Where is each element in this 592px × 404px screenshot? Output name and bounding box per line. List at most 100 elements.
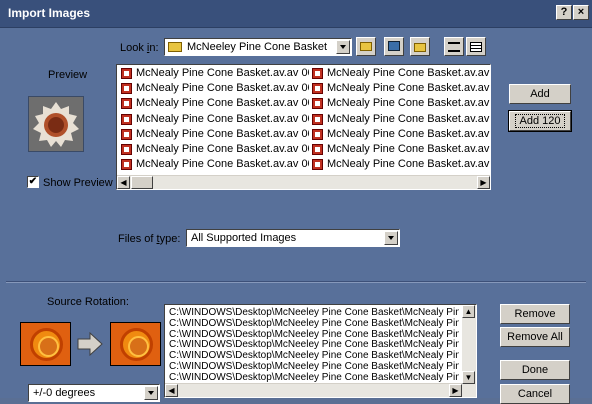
- file-list-item[interactable]: McNealy Pine Cone Basket.av.av 013: [310, 142, 490, 157]
- file-list-item[interactable]: McNealy Pine Cone Basket.av.av 006: [119, 142, 309, 157]
- file-name: McNealy Pine Cone Basket.av.av 008: [327, 67, 490, 79]
- file-list[interactable]: McNealy Pine Cone Basket.av.av 001 McNeal…: [116, 64, 491, 190]
- rotation-result-image: [110, 322, 161, 366]
- scroll-down-button[interactable]: ▼: [462, 371, 475, 384]
- file-list-item[interactable]: McNealy Pine Cone Basket.av.av 007: [119, 157, 309, 172]
- file-name: McNealy Pine Cone Basket.av.av 005: [136, 127, 309, 140]
- section-divider: [6, 281, 586, 283]
- remove-button[interactable]: Remove: [500, 304, 570, 324]
- file-list-item[interactable]: McNealy Pine Cone Basket.av.av 008: [310, 66, 490, 81]
- image-file-icon: [121, 68, 132, 79]
- image-file-icon: [121, 128, 132, 140]
- image-file-icon: [312, 113, 323, 125]
- selected-file-path[interactable]: C:\WINDOWS\Desktop\McNeeley Pine Cone Ba…: [169, 329, 459, 340]
- image-file-icon: [312, 68, 323, 79]
- selected-files-list[interactable]: C:\WINDOWS\Desktop\McNeeley Pine Cone Ba…: [164, 304, 477, 398]
- file-list-item[interactable]: McNealy Pine Cone Basket.av.av 012: [310, 127, 490, 142]
- help-button[interactable]: ?: [556, 5, 572, 20]
- folder-icon: [168, 42, 182, 52]
- cancel-button[interactable]: Cancel: [500, 384, 570, 404]
- image-file-icon: [121, 144, 132, 155]
- selected-file-path[interactable]: C:\WINDOWS\Desktop\McNeeley Pine Cone Ba…: [169, 318, 459, 329]
- file-name: McNealy Pine Cone Basket.av.av 007: [136, 158, 309, 171]
- add-all-button[interactable]: Add 120: [508, 110, 572, 132]
- import-images-dialog: Import Images ? × Look in: McNeeley Pine…: [0, 0, 592, 404]
- list-view-button[interactable]: [444, 37, 464, 56]
- file-name: McNealy Pine Cone Basket.av.av 010: [327, 97, 490, 110]
- new-folder-button[interactable]: [410, 37, 430, 56]
- new-folder-icon: [414, 43, 426, 52]
- selected-file-path[interactable]: C:\WINDOWS\Desktop\McNeeley Pine Cone Ba…: [169, 372, 459, 383]
- file-list-item[interactable]: McNealy Pine Cone Basket.av.av 004: [119, 112, 309, 127]
- filetype-value: All Supported Images: [191, 232, 297, 244]
- desktop-icon: [388, 41, 400, 51]
- horizontal-scrollbar[interactable]: ◀ ▶: [117, 175, 490, 189]
- horizontal-scroll-thumb[interactable]: [131, 176, 153, 189]
- vertical-scrollbar[interactable]: ▲ ▼: [462, 305, 476, 397]
- file-name: McNealy Pine Cone Basket.av.av 001: [136, 67, 309, 79]
- image-file-icon: [312, 144, 323, 155]
- file-name: McNealy Pine Cone Basket.av.av 014: [327, 158, 490, 171]
- file-name: McNealy Pine Cone Basket.av.av 006: [136, 143, 309, 155]
- file-list-item[interactable]: McNealy Pine Cone Basket.av.av 001: [119, 66, 309, 81]
- path-horizontal-scrollbar[interactable]: ◀ ▶: [165, 383, 462, 397]
- path-scroll-left-button[interactable]: ◀: [165, 384, 178, 397]
- lookin-value: McNeeley Pine Cone Basket: [187, 41, 328, 53]
- up-folder-icon: [360, 42, 372, 51]
- source-rotation-label: Source Rotation:: [47, 296, 129, 308]
- file-name: McNealy Pine Cone Basket.av.av 002: [136, 82, 309, 95]
- desktop-button[interactable]: [384, 37, 404, 56]
- selected-file-path[interactable]: C:\WINDOWS\Desktop\McNeeley Pine Cone Ba…: [169, 350, 459, 361]
- image-file-icon: [121, 113, 132, 125]
- selected-file-path[interactable]: C:\WINDOWS\Desktop\McNeeley Pine Cone Ba…: [169, 307, 459, 318]
- scroll-up-button[interactable]: ▲: [462, 305, 475, 318]
- filetype-dropdown[interactable]: All Supported Images: [186, 229, 400, 247]
- preview-image: [28, 96, 84, 152]
- file-list-item[interactable]: McNealy Pine Cone Basket.av.av 005: [119, 127, 309, 142]
- image-file-icon: [312, 128, 323, 140]
- preview-label: Preview: [48, 69, 88, 81]
- file-name: McNealy Pine Cone Basket.av.av 011: [327, 112, 490, 125]
- file-list-item[interactable]: McNealy Pine Cone Basket.av.av 011: [310, 112, 490, 127]
- file-list-item[interactable]: McNealy Pine Cone Basket.av.av 002: [119, 81, 309, 96]
- rotation-source-image: [20, 322, 71, 366]
- close-button[interactable]: ×: [573, 5, 589, 20]
- path-scroll-right-button[interactable]: ▶: [449, 384, 462, 397]
- file-list-item[interactable]: McNealy Pine Cone Basket.av.av 009: [310, 81, 490, 96]
- preview-basket-graphic: [33, 102, 79, 147]
- show-preview-checkbox[interactable]: ✔: [27, 176, 39, 188]
- file-list-item[interactable]: McNealy Pine Cone Basket.av.av 010: [310, 96, 490, 111]
- details-view-button[interactable]: [466, 37, 486, 56]
- image-file-icon: [312, 83, 323, 95]
- file-list-item[interactable]: McNealy Pine Cone Basket.av.av 003: [119, 96, 309, 111]
- file-name: McNealy Pine Cone Basket.av.av 009: [327, 82, 490, 95]
- image-file-icon: [312, 159, 323, 171]
- done-button[interactable]: Done: [500, 360, 570, 380]
- scroll-left-button[interactable]: ◀: [117, 176, 130, 189]
- lookin-dropdown[interactable]: McNeeley Pine Cone Basket: [164, 38, 352, 56]
- remove-all-button[interactable]: Remove All: [500, 327, 570, 347]
- file-name: McNealy Pine Cone Basket.av.av 012: [327, 127, 490, 140]
- arrow-right-icon: [76, 331, 104, 357]
- title-bar[interactable]: Import Images ? ×: [0, 0, 592, 28]
- image-file-icon: [121, 159, 132, 171]
- file-name: McNealy Pine Cone Basket.av.av 004: [136, 112, 309, 125]
- add-button[interactable]: Add: [509, 84, 571, 104]
- up-folder-button[interactable]: [356, 37, 376, 56]
- rotation-value: +/-0 degrees: [33, 387, 96, 399]
- file-name: McNealy Pine Cone Basket.av.av 013: [327, 143, 490, 155]
- file-name: McNealy Pine Cone Basket.av.av 003: [136, 97, 309, 110]
- selected-file-path[interactable]: C:\WINDOWS\Desktop\McNeeley Pine Cone Ba…: [169, 339, 459, 350]
- selected-file-path[interactable]: C:\WINDOWS\Desktop\McNeeley Pine Cone Ba…: [169, 361, 459, 372]
- window-title: Import Images: [8, 6, 91, 20]
- file-list-item[interactable]: McNealy Pine Cone Basket.av.av 014: [310, 157, 490, 172]
- scroll-right-button[interactable]: ▶: [477, 176, 490, 189]
- list-view-icon: [448, 42, 460, 52]
- image-file-icon: [121, 98, 132, 110]
- lookin-dropdown-arrow[interactable]: [336, 40, 350, 54]
- image-file-icon: [312, 98, 323, 110]
- show-preview-label: Show Preview: [43, 177, 113, 189]
- lookin-label: Look in:: [120, 42, 159, 54]
- rotation-dropdown[interactable]: +/-0 degrees: [28, 384, 160, 402]
- filetype-dropdown-arrow[interactable]: [384, 231, 398, 245]
